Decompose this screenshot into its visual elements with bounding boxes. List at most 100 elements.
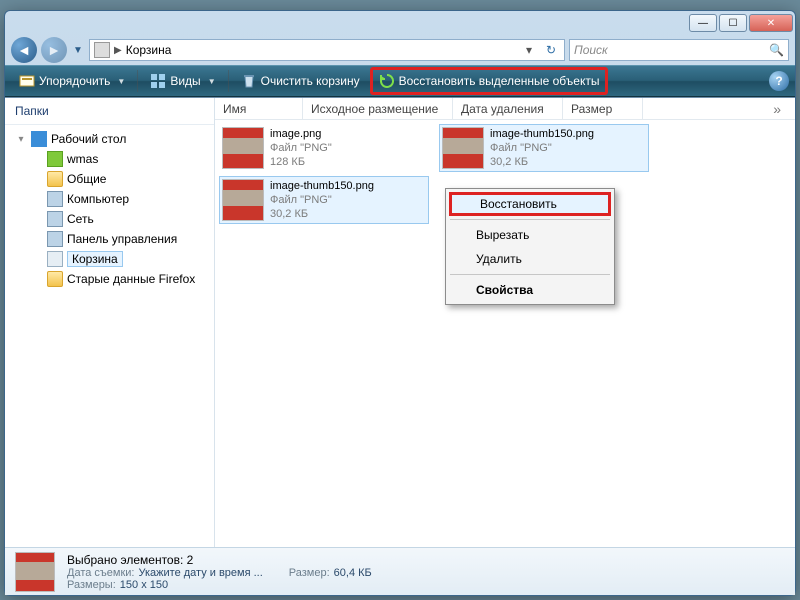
status-dims-value: 150 x 150 [120, 579, 168, 591]
file-tile[interactable]: image.png Файл "PNG" 128 КБ [219, 124, 429, 172]
organize-icon [19, 73, 35, 89]
context-menu-label: Вырезать [476, 228, 529, 242]
chevron-down-icon: ▼ [205, 77, 216, 86]
status-main: Выбрано элементов: 2 Дата съемки: Укажит… [67, 553, 372, 591]
file-type: Файл "PNG" [490, 141, 594, 155]
context-menu-separator [450, 274, 610, 275]
context-menu-separator [450, 219, 610, 220]
tree-item-user[interactable]: wmas [5, 149, 214, 169]
content-pane: Имя Исходное размещение Дата удаления Ра… [215, 98, 795, 547]
close-button[interactable]: ✕ [749, 14, 793, 32]
tree-item-firefox-old[interactable]: Старые данные Firefox [5, 269, 214, 289]
explorer-window: — ☐ ✕ ◄ ► ▼ ▶ Корзина ▾ ↻ Поиск 🔍 Упоряд… [4, 10, 796, 596]
search-placeholder: Поиск [574, 43, 608, 57]
column-label: Размер [571, 102, 612, 116]
tree-label: Сеть [67, 212, 94, 226]
user-icon [47, 151, 63, 167]
tree-item-computer[interactable]: Компьютер [5, 189, 214, 209]
status-bar: Выбрано элементов: 2 Дата съемки: Укажит… [5, 547, 795, 595]
breadcrumb-dropdown[interactable]: ▾ [520, 43, 538, 57]
tree-label: Рабочий стол [51, 132, 126, 146]
tree-item-public[interactable]: Общие [5, 169, 214, 189]
search-icon: 🔍 [769, 43, 784, 57]
tree-label: Панель управления [67, 232, 177, 246]
column-headers: Имя Исходное размещение Дата удаления Ра… [215, 98, 795, 120]
column-size[interactable]: Размер [563, 98, 643, 119]
back-button[interactable]: ◄ [11, 37, 37, 63]
chevron-right-icon: » [773, 101, 787, 117]
context-menu-delete[interactable]: Удалить [448, 247, 612, 271]
chevron-down-icon: ▾ [15, 134, 27, 145]
toolbar: Упорядочить ▼ Виды ▼ Очистить корзину Во… [5, 65, 795, 97]
column-label: Дата удаления [461, 102, 544, 116]
file-thumbnail [222, 127, 264, 169]
titlebar: — ☐ ✕ [5, 11, 795, 35]
column-original-location[interactable]: Исходное размещение [303, 98, 453, 119]
body: Папки ▾ Рабочий стол wmas Общие Компьютер… [5, 97, 795, 547]
organize-button[interactable]: Упорядочить ▼ [11, 67, 133, 95]
context-menu-cut[interactable]: Вырезать [448, 223, 612, 247]
restore-selected-button[interactable]: Восстановить выделенные объекты [370, 67, 609, 95]
breadcrumb[interactable]: ▶ Корзина ▾ ↻ [89, 39, 565, 61]
file-list[interactable]: image.png Файл "PNG" 128 КБ image-thumb1… [215, 120, 795, 547]
minimize-button[interactable]: — [689, 14, 717, 32]
status-size-value: 60,4 КБ [334, 567, 372, 579]
file-thumbnail [442, 127, 484, 169]
maximize-button[interactable]: ☐ [719, 14, 747, 32]
search-input[interactable]: Поиск 🔍 [569, 39, 789, 61]
column-delete-date[interactable]: Дата удаления [453, 98, 563, 119]
file-tile[interactable]: image-thumb150.png Файл "PNG" 30,2 КБ [219, 176, 429, 224]
tree-item-desktop[interactable]: ▾ Рабочий стол [5, 129, 214, 149]
computer-icon [47, 191, 63, 207]
context-menu-properties[interactable]: Свойства [448, 278, 612, 302]
empty-bin-label: Очистить корзину [261, 74, 360, 88]
tree-item-control-panel[interactable]: Панель управления [5, 229, 214, 249]
column-name[interactable]: Имя [215, 98, 303, 119]
tree-item-network[interactable]: Сеть [5, 209, 214, 229]
views-icon [150, 73, 166, 89]
column-label: Имя [223, 102, 246, 116]
chevron-right-icon: ▶ [114, 45, 122, 56]
context-menu-label: Удалить [476, 252, 522, 266]
forward-button[interactable]: ► [41, 37, 67, 63]
context-menu-restore[interactable]: Восстановить [449, 192, 611, 216]
nav-history-dropdown[interactable]: ▼ [71, 40, 85, 60]
tree-label: wmas [67, 152, 98, 166]
toolbar-separator [228, 70, 229, 92]
refresh-button[interactable]: ↻ [542, 43, 560, 57]
empty-bin-button[interactable]: Очистить корзину [233, 67, 368, 95]
file-name: image-thumb150.png [270, 179, 374, 193]
tree-label: Старые данные Firefox [67, 272, 195, 286]
restore-icon [379, 73, 395, 89]
desktop-icon [31, 131, 47, 147]
file-name: image-thumb150.png [490, 127, 594, 141]
help-button[interactable]: ? [769, 71, 789, 91]
tree-label: Компьютер [67, 192, 129, 206]
status-dims-key: Размеры: [67, 579, 116, 591]
folder-tree: ▾Рабочий стол wmas Общие Компьютер Сеть … [5, 125, 214, 293]
context-menu-label: Свойства [476, 283, 533, 297]
sidebar-header[interactable]: Папки [5, 98, 214, 125]
column-label: Исходное размещение [311, 102, 438, 116]
views-button[interactable]: Виды ▼ [142, 67, 223, 95]
control-panel-icon [47, 231, 63, 247]
bin-icon [241, 73, 257, 89]
status-date-value[interactable]: Укажите дату и время ... [138, 567, 262, 579]
organize-label: Упорядочить [39, 74, 110, 88]
navbar: ◄ ► ▼ ▶ Корзина ▾ ↻ Поиск 🔍 [5, 35, 795, 65]
file-type: Файл "PNG" [270, 193, 374, 207]
folder-icon [47, 171, 63, 187]
file-size: 128 КБ [270, 155, 332, 169]
column-overflow[interactable]: » [643, 98, 795, 119]
context-menu: Восстановить Вырезать Удалить Свойства [445, 188, 615, 305]
chevron-down-icon: ▼ [114, 77, 125, 86]
file-name: image.png [270, 127, 332, 141]
restore-selected-label: Восстановить выделенные объекты [399, 74, 600, 88]
tree-item-recycle-bin[interactable]: Корзина [5, 249, 214, 269]
folder-icon [47, 271, 63, 287]
file-size: 30,2 КБ [270, 207, 374, 221]
network-icon [47, 211, 63, 227]
file-tile[interactable]: image-thumb150.png Файл "PNG" 30,2 КБ [439, 124, 649, 172]
file-size: 30,2 КБ [490, 155, 594, 169]
toolbar-separator [137, 70, 138, 92]
